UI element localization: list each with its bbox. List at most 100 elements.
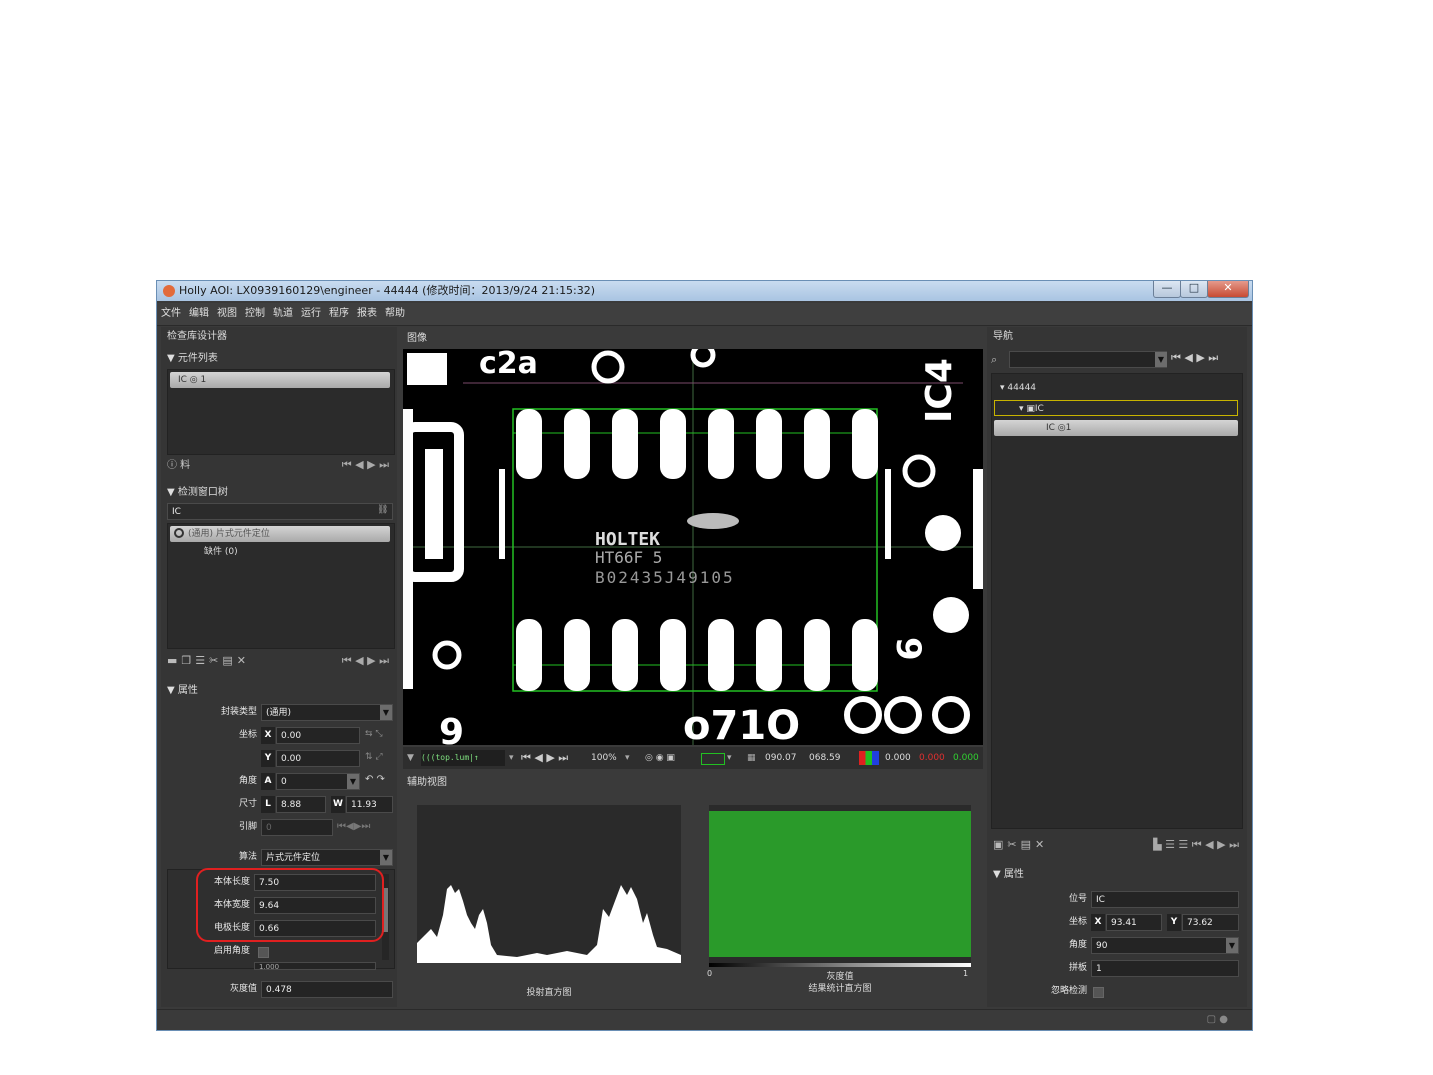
algorithm-dropdown-icon[interactable]: ▼ [380,850,392,865]
view-mode-icons[interactable]: ◎ ◉ ▣ [645,747,675,769]
tree-root[interactable]: ▾ 44444 [1000,380,1036,396]
properties-header[interactable]: ▼ 属性 [167,683,198,699]
component-item-ic[interactable]: IC ◎ 1 [170,372,390,388]
svg-text:o71O: o71O [683,703,800,745]
channel-select[interactable]: (((top.lum|↑ [421,750,505,766]
nav-x-tag: X [1091,914,1105,931]
cut-icon[interactable]: ✂ [209,651,218,671]
refdes-input[interactable]: IC [1091,891,1239,908]
nav-toolbar: ▣ ✂ ▤ ✕ ▙ ☰ ☰ ⏮ ◀ ▶ ⏭ [993,835,1243,855]
close-button[interactable]: ✕ [1207,281,1249,298]
chevron-down-icon[interactable]: ▾ [509,747,514,769]
coord-x-input[interactable]: 0.00 [276,727,360,744]
roi-dropdown-icon[interactable]: ▾ [727,747,732,769]
gray-value-input[interactable]: 0.478 [261,981,393,998]
component-list-header[interactable]: ▼ 元件列表 [167,351,218,367]
menu-report[interactable]: 报表 [353,303,381,325]
component-nav-buttons[interactable]: ⏮ ◀ ▶ ⏭ [342,455,389,475]
tree-leaf-ic1[interactable]: IC ◎1 [994,420,1238,436]
nav-buttons[interactable]: ⏮ ◀ ▶ ⏭ [1171,351,1218,365]
ignore-detection-checkbox[interactable] [1093,987,1104,998]
maximize-button[interactable]: □ [1180,281,1208,298]
coord-y-input[interactable]: 0.00 [276,750,360,767]
copy-icon[interactable]: ❐ [181,651,191,671]
menu-edit[interactable]: 编辑 [185,303,213,325]
navigation-panel: 导航 ⌕ ▼ ⏮ ◀ ▶ ⏭ ▾ 44444 ▾ ▣IC IC ◎1 ▣ ✂ ▤ ✕ … [987,327,1247,1007]
delete-icon[interactable]: ✕ [237,651,246,671]
pin-nav-buttons[interactable]: ⏮◀▶⏭ [337,821,370,832]
nav-coord-x-input[interactable]: 93.41 [1106,914,1162,931]
projection-histogram-caption: 投射直方图 [526,988,572,998]
frame-nav-buttons[interactable]: ⏮ ◀ ▶ ⏭ [521,747,568,769]
rotate-icon[interactable]: ↶ ↷ [365,774,385,785]
algorithm-params: 本体长度 7.50 本体宽度 9.64 电极长度 0.66 启用角度 1.000 [167,868,395,971]
size-l-input[interactable]: 8.88 [276,796,326,813]
detection-nav-buttons[interactable]: ⏮ ◀ ▶ ⏭ [342,651,389,671]
chevron-down-icon[interactable]: ▼ [380,705,392,720]
nav-coord-y-input[interactable]: 73.62 [1182,914,1239,931]
coord-tools-icon[interactable]: ⇆ ⤡ [365,729,383,739]
aux-panel-title: 辅助视图 [407,777,447,788]
cursor-y: 068.59 [809,753,841,763]
projection-histogram-plot [417,885,681,963]
roi-color-swatch[interactable] [701,753,725,765]
nav-paste-icon[interactable]: ▤ [1021,835,1031,855]
nav-properties-header[interactable]: ▼ 属性 [993,867,1024,883]
paste-icon[interactable]: ▤ [222,651,232,671]
enable-angle-checkbox[interactable] [258,947,269,958]
aux-view-panel: 投射直方图 0 灰度值 1 结果统计直方图 [403,793,983,1007]
partial-field[interactable]: 1.000 [254,962,376,971]
nav-coord-label: 坐标 [1068,917,1087,927]
nav-y-tag: Y [1167,914,1181,931]
nav-angle-dropdown-icon[interactable]: ▼ [1226,938,1238,953]
list-icon[interactable]: ☰ [195,651,205,671]
angle-label: 角度 [238,776,257,786]
nav-toolbar-nav-buttons[interactable]: ▙ ☰ ☰ ⏮ ◀ ▶ ⏭ [1153,835,1239,855]
menu-file[interactable]: 文件 [157,303,185,325]
pin-icon[interactable]: ▼ [407,747,414,769]
zoom-value[interactable]: 100% [591,747,617,769]
search-icon[interactable]: ⌕ [991,353,997,367]
nav-search-input[interactable] [1009,351,1167,368]
search-dropdown-icon[interactable]: ▼ [1155,352,1167,367]
board-input[interactable]: 1 [1091,960,1239,977]
highlight-annotation [196,868,384,942]
tree-node-ic[interactable]: ▾ ▣IC [994,400,1238,416]
pkg-type-select[interactable]: (通用) [261,704,393,721]
grid-icon[interactable]: ▦ [747,747,756,769]
detection-window-name[interactable]: IC [167,503,393,520]
component-footer-label[interactable]: ⓘ 料 [167,460,190,471]
menu-control[interactable]: 控制 [241,303,269,325]
minimize-button[interactable]: — [1153,281,1181,298]
menu-run[interactable]: 运行 [297,303,325,325]
menu-program[interactable]: 程序 [325,303,353,325]
radio-icon[interactable] [174,528,184,538]
nav-delete-icon[interactable]: ✕ [1035,835,1044,855]
nav-angle-select[interactable]: 90 [1091,937,1239,954]
coord-label: 坐标 [238,730,257,740]
menu-track[interactable]: 轨道 [269,303,297,325]
angle-dropdown-icon[interactable]: ▼ [347,774,359,789]
pin-input[interactable]: 0 [261,819,333,836]
size-w-input[interactable]: 11.93 [346,796,393,813]
y-tag: Y [261,750,275,767]
nav-cut-icon[interactable]: ✂ [1007,835,1016,855]
menu-view[interactable]: 视图 [213,303,241,325]
menu-help[interactable]: 帮助 [381,303,409,325]
add-icon[interactable]: ▬ [167,651,177,671]
pcb-image-viewer[interactable]: c2a 9 HOLTEK HT66F 5 B02435J49105 IC4 o7… [403,349,983,745]
pixel-value-3: 0.000 [953,753,979,763]
board-label: 拼板 [1068,963,1087,973]
algorithm-select[interactable]: 片式元件定位 [261,849,393,866]
link-icon[interactable]: ⛓ [377,505,388,515]
detection-item-missing[interactable]: 缺件 (0) [204,544,238,560]
zoom-dropdown-icon[interactable]: ▾ [625,747,630,769]
gray-value-label: 灰度值 [229,984,257,994]
app-window: Holly AOI: LX0939160129\engineer - 44444… [156,280,1253,1031]
nav-tree: ▾ 44444 ▾ ▣IC IC ◎1 [991,373,1243,829]
image-panel-title: 图像 [407,333,427,344]
coord-y-tools-icon[interactable]: ⇅ ⤢ [365,752,383,762]
detection-item-locate[interactable]: (通用) 片式元件定位 [170,526,390,542]
detection-window-header[interactable]: ▼ 检测窗口树 [167,485,228,501]
nav-add-icon[interactable]: ▣ [993,835,1003,855]
